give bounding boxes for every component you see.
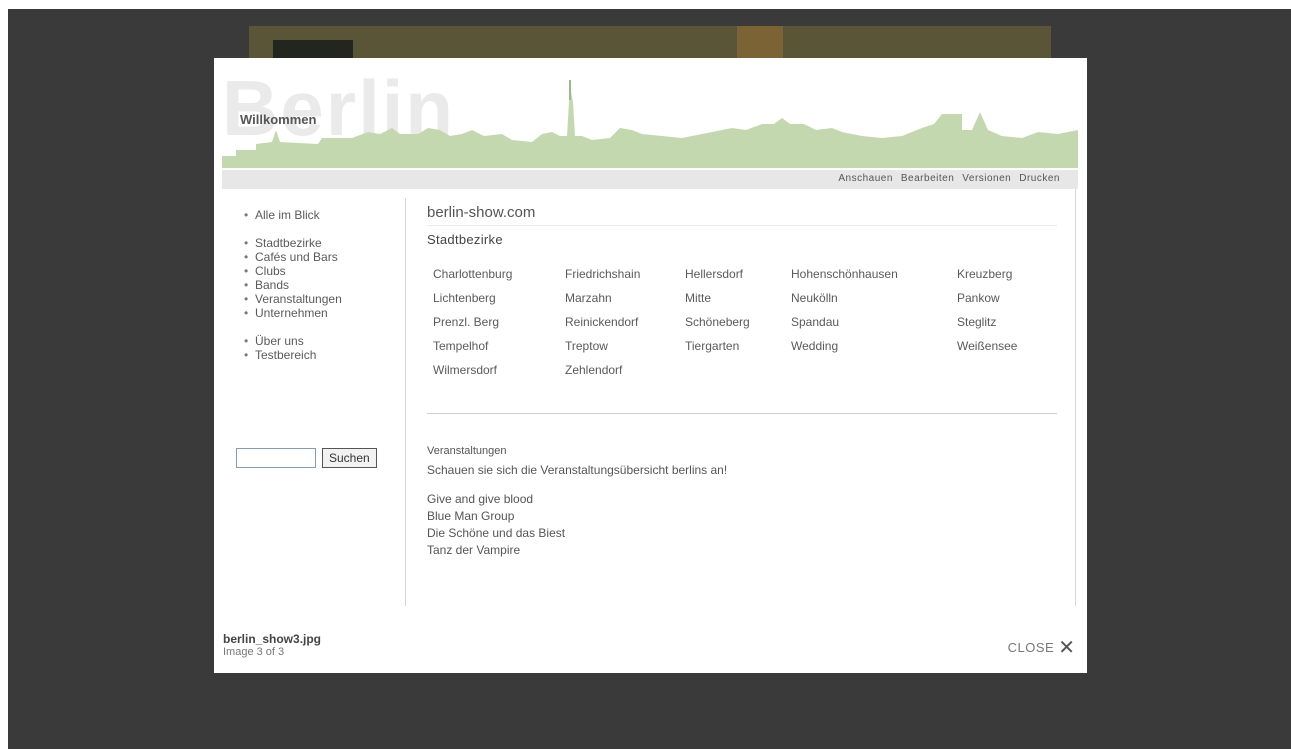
district-link[interactable]: Zehlendorf <box>565 361 685 379</box>
nav-edit-link[interactable]: Bearbeiten <box>901 173 954 184</box>
district-link[interactable]: Mitte <box>685 289 791 307</box>
site-header: Berlin Willkommen Anschauen Bearbeiten V… <box>222 58 1078 189</box>
sidebar-item-clubs[interactable]: Clubs <box>244 264 402 278</box>
district-link[interactable]: Schöneberg <box>685 313 791 331</box>
district-link[interactable]: Spandau <box>791 313 957 331</box>
nav-versions-link[interactable]: Versionen <box>962 173 1011 184</box>
district-link[interactable]: Marzahn <box>565 289 685 307</box>
district-link[interactable]: Wilmersdorf <box>433 361 565 379</box>
nav-print-link[interactable]: Drucken <box>1019 173 1060 184</box>
background-logo <box>273 40 353 60</box>
sidebar-divider <box>405 198 406 606</box>
search-form: Suchen <box>236 448 377 468</box>
divider <box>427 413 1057 414</box>
district-link[interactable]: Tiergarten <box>685 337 791 355</box>
image-caption: berlin_show3.jpg Image 3 of 3 <box>223 632 321 658</box>
sidebar-item-events[interactable]: Veranstaltungen <box>244 292 402 306</box>
event-link[interactable]: Tanz der Vampire <box>427 542 1057 559</box>
district-link[interactable]: Charlottenburg <box>433 265 565 283</box>
background-image <box>737 26 783 60</box>
district-link[interactable]: Lichtenberg <box>433 289 565 307</box>
district-link[interactable]: Prenzl. Berg <box>433 313 565 331</box>
content-right-border <box>1075 189 1076 606</box>
district-link[interactable]: Tempelhof <box>433 337 565 355</box>
sidebar-item-test[interactable]: Testbereich <box>244 348 402 362</box>
district-link[interactable]: Wedding <box>791 337 957 355</box>
top-navigation: Anschauen Bearbeiten Versionen Drucken <box>222 170 1078 189</box>
berlin-skyline <box>222 80 1078 168</box>
lightbox: Berlin Willkommen Anschauen Bearbeiten V… <box>214 58 1087 673</box>
close-button[interactable]: CLOSE ✕ <box>1007 635 1075 659</box>
district-grid: Charlottenburg Friedrichshain Hellersdor… <box>433 265 1057 379</box>
district-link[interactable]: Hohenschönhausen <box>791 265 957 283</box>
section-heading-events: Veranstaltungen <box>427 445 507 457</box>
district-link[interactable]: Steglitz <box>957 313 1063 331</box>
section-heading-districts: Stadtbezirke <box>427 232 503 247</box>
district-link[interactable]: Pankow <box>957 289 1063 307</box>
district-link[interactable]: Weißensee <box>957 337 1063 355</box>
district-link[interactable]: Kreuzberg <box>957 265 1063 283</box>
sidebar-item-about[interactable]: Über uns <box>244 334 402 348</box>
nav-view-link[interactable]: Anschauen <box>838 173 893 184</box>
sidebar: Alle im Blick Stadtbezirke Cafés und Bar… <box>222 198 402 362</box>
image-counter: Image 3 of 3 <box>223 646 285 658</box>
sidebar-item-cafes[interactable]: Cafés und Bars <box>244 250 402 264</box>
screenshot-image: Berlin Willkommen Anschauen Bearbeiten V… <box>222 58 1078 606</box>
sidebar-item-companies[interactable]: Unternehmen <box>244 306 402 320</box>
close-icon: ✕ <box>1058 635 1075 659</box>
event-link[interactable]: Give and give blood <box>427 491 1057 508</box>
sidebar-item-overview[interactable]: Alle im Blick <box>244 208 402 222</box>
divider <box>427 225 1057 226</box>
search-button[interactable]: Suchen <box>322 448 377 468</box>
district-link[interactable]: Treptow <box>565 337 685 355</box>
event-link[interactable]: Blue Man Group <box>427 508 1057 525</box>
district-link[interactable]: Hellersdorf <box>685 265 791 283</box>
district-link[interactable]: Friedrichshain <box>565 265 685 283</box>
background-page-strip <box>249 26 1051 60</box>
district-link[interactable]: Neukölln <box>791 289 957 307</box>
main-content: berlin-show.com Stadtbezirke Charlottenb… <box>427 204 1057 559</box>
sidebar-item-bands[interactable]: Bands <box>244 278 402 292</box>
image-filename: berlin_show3.jpg <box>223 632 322 646</box>
page-title: berlin-show.com <box>427 204 536 221</box>
close-label: CLOSE <box>1007 639 1055 655</box>
sidebar-item-districts[interactable]: Stadtbezirke <box>244 236 402 250</box>
search-input[interactable] <box>236 448 316 468</box>
event-list: Give and give blood Blue Man Group Die S… <box>427 491 1057 559</box>
events-intro-text: Schauen sie sich die Veranstaltungsübers… <box>427 463 728 477</box>
site-title: Willkommen <box>240 112 317 127</box>
event-link[interactable]: Die Schöne und das Biest <box>427 525 1057 542</box>
district-link[interactable]: Reinickendorf <box>565 313 685 331</box>
